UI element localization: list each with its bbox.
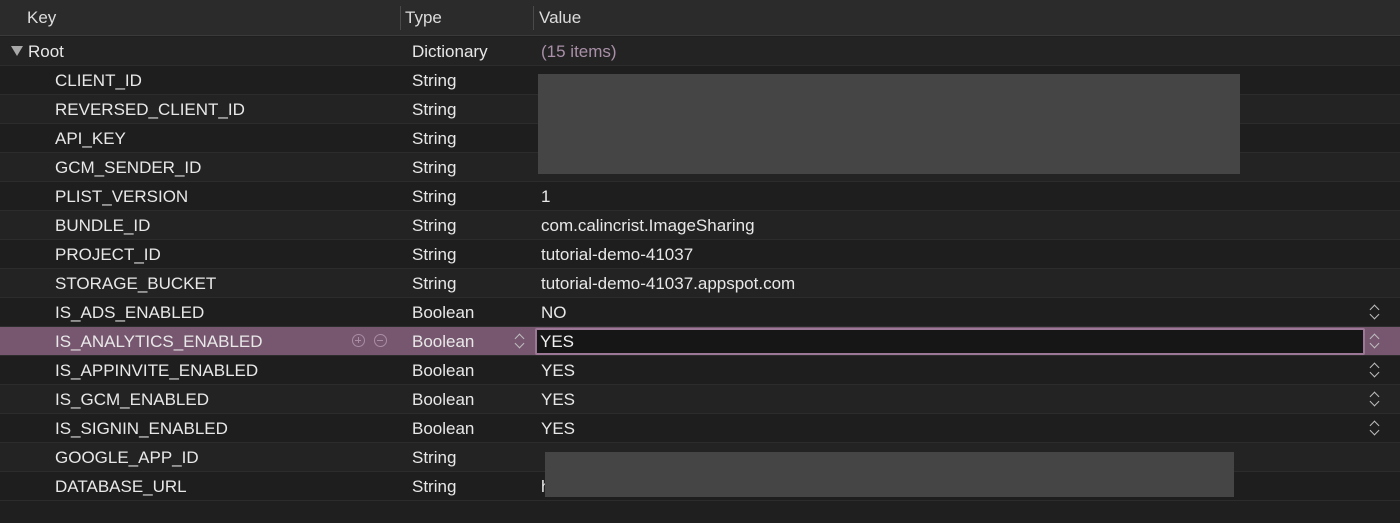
row-value[interactable]: NO xyxy=(541,298,1361,327)
redaction-overlay xyxy=(538,74,1240,174)
row-type[interactable]: Boolean xyxy=(412,327,522,356)
row-key: BUNDLE_ID xyxy=(55,216,151,235)
row-value[interactable]: tutorial-demo-41037 xyxy=(541,240,1361,269)
row-key: CLIENT_ID xyxy=(55,71,142,90)
row-key: IS_GCM_ENABLED xyxy=(55,390,209,409)
column-divider[interactable] xyxy=(400,6,401,30)
up-down-stepper-icon[interactable] xyxy=(1369,360,1381,380)
row-type: Boolean xyxy=(412,303,475,322)
column-header: Key Type Value xyxy=(0,0,1400,36)
redaction-overlay xyxy=(545,452,1234,497)
table-row[interactable]: STORAGE_BUCKET String tutorial-demo-4103… xyxy=(0,269,1400,298)
column-header-type[interactable]: Type xyxy=(403,0,533,36)
row-key: REVERSED_CLIENT_ID xyxy=(55,100,245,119)
row-type: String xyxy=(412,71,457,90)
row-type: String xyxy=(412,245,457,264)
row-value[interactable]: YES xyxy=(541,356,1361,385)
row-key: IS_APPINVITE_ENABLED xyxy=(55,361,259,380)
row-type: String xyxy=(412,216,457,235)
add-circle-icon[interactable] xyxy=(352,334,365,347)
row-type: Boolean xyxy=(412,361,475,380)
up-down-stepper-icon[interactable] xyxy=(1369,418,1381,438)
up-down-stepper-icon[interactable] xyxy=(1369,389,1381,409)
table-row[interactable]: IS_SIGNIN_ENABLED Boolean YES xyxy=(0,414,1400,443)
table-row[interactable]: IS_APPINVITE_ENABLED Boolean YES xyxy=(0,356,1400,385)
row-key: IS_ANALYTICS_ENABLED xyxy=(55,332,263,351)
row-type: String xyxy=(412,158,457,177)
row-type: String xyxy=(412,448,457,467)
row-key: IS_ADS_ENABLED xyxy=(55,303,205,322)
row-key: Root xyxy=(28,42,64,61)
table-row-root[interactable]: Root Dictionary (15 items) xyxy=(0,37,1400,66)
value-input[interactable] xyxy=(540,330,1340,353)
row-key: DATABASE_URL xyxy=(55,477,187,496)
row-type: Boolean xyxy=(412,390,475,409)
row-type: String xyxy=(412,274,457,293)
row-key: IS_SIGNIN_ENABLED xyxy=(55,419,228,438)
remove-circle-icon[interactable] xyxy=(374,334,387,347)
row-key: STORAGE_BUCKET xyxy=(55,274,217,293)
column-header-value[interactable]: Value xyxy=(536,0,1400,36)
table-row[interactable]: IS_GCM_ENABLED Boolean YES xyxy=(0,385,1400,414)
row-type: String xyxy=(412,477,457,496)
column-divider[interactable] xyxy=(533,6,534,30)
table-row[interactable]: PROJECT_ID String tutorial-demo-41037 xyxy=(0,240,1400,269)
row-value[interactable]: YES xyxy=(541,385,1361,414)
disclosure-triangle-down-icon[interactable] xyxy=(11,46,23,56)
row-type: String xyxy=(412,187,457,206)
row-type: String xyxy=(412,129,457,148)
row-key: PLIST_VERSION xyxy=(55,187,189,206)
table-row[interactable]: PLIST_VERSION String 1 xyxy=(0,182,1400,211)
row-type: String xyxy=(412,100,457,119)
column-header-key[interactable]: Key xyxy=(0,0,400,36)
up-down-stepper-icon[interactable] xyxy=(514,331,526,351)
row-type: Dictionary xyxy=(412,42,488,61)
row-value[interactable]: com.calincrist.ImageSharing xyxy=(541,211,1361,240)
row-value[interactable]: YES xyxy=(541,414,1361,443)
table-row-selected[interactable]: IS_ANALYTICS_ENABLED Boolean xyxy=(0,327,1400,356)
row-key: GCM_SENDER_ID xyxy=(55,158,202,177)
up-down-stepper-icon[interactable] xyxy=(1369,302,1381,322)
value-edit-field[interactable] xyxy=(535,328,1365,355)
plist-editor: Key Type Value Root Dictionary (15 items… xyxy=(0,0,1400,523)
row-key: GOOGLE_APP_ID xyxy=(55,448,199,467)
row-value: (15 items) xyxy=(541,42,617,61)
table-row[interactable]: IS_ADS_ENABLED Boolean NO xyxy=(0,298,1400,327)
row-value[interactable]: tutorial-demo-41037.appspot.com xyxy=(541,269,1361,298)
table-row[interactable]: BUNDLE_ID String com.calincrist.ImageSha… xyxy=(0,211,1400,240)
row-key: API_KEY xyxy=(55,129,126,148)
up-down-stepper-icon[interactable] xyxy=(1369,331,1381,351)
row-key: PROJECT_ID xyxy=(55,245,161,264)
row-type: Boolean xyxy=(412,419,475,438)
row-value[interactable]: 1 xyxy=(541,182,1361,211)
